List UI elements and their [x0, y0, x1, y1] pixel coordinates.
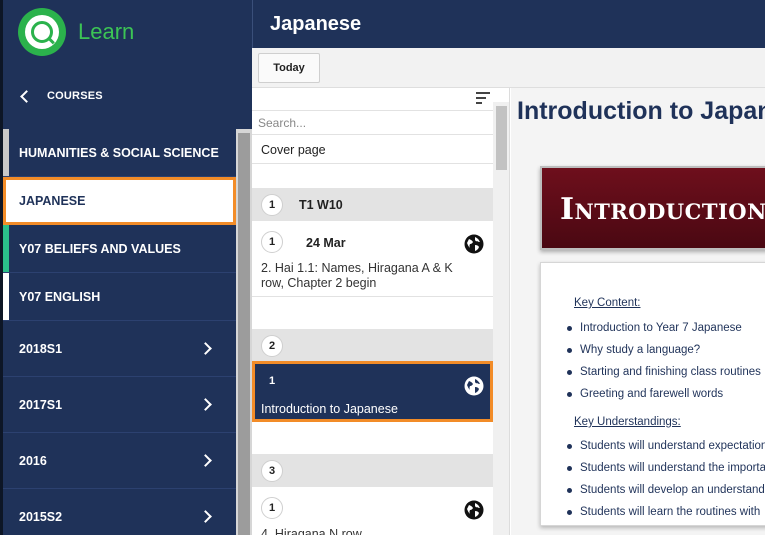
list-item: Greeting and farewell words: [567, 388, 761, 410]
term-item-2016[interactable]: 2016: [3, 433, 236, 489]
cover-page-item[interactable]: Cover page: [252, 135, 493, 164]
week-number: 1: [261, 194, 283, 216]
week-header: 2: [252, 329, 493, 362]
lesson-description: 4. Hiragana N row: [261, 527, 362, 535]
search-input[interactable]: [252, 110, 493, 135]
globe-icon: [464, 376, 484, 396]
course-item-japanese[interactable]: JAPANESE: [3, 177, 236, 225]
lesson-description: 2. Hai 1.1: Names, Hiragana A & K row, C…: [261, 261, 453, 290]
lesson-item-selected[interactable]: 1 Introduction to Japanese: [252, 361, 493, 422]
week-header: 1 T1 W10: [252, 188, 493, 221]
course-list: HUMANITIES & SOCIAL SCIENCE JAPANESE Y07…: [3, 129, 236, 535]
week-header: 3: [252, 454, 493, 487]
term-item-2015s2[interactable]: 2015S2: [3, 489, 236, 535]
key-understandings-heading: Key Understandings:: [574, 416, 681, 428]
lesson-number: 1: [268, 375, 276, 387]
course-label: HUMANITIES & SOCIAL SCIENCE: [19, 145, 219, 160]
course-label: JAPANESE: [19, 194, 86, 208]
key-content-list: Introduction to Year 7 Japanese Why stud…: [567, 322, 761, 410]
globe-icon: [464, 234, 484, 254]
list-item: Students will develop an understanding: [567, 484, 765, 506]
lesson-summary-box: Key Content: Introduction to Year 7 Japa…: [540, 262, 765, 526]
lesson-date: 24 Mar: [306, 236, 346, 250]
page-title: Japanese: [270, 13, 362, 35]
term-item-2017s1[interactable]: 2017S1: [3, 377, 236, 433]
list-item: Why study a language?: [567, 344, 761, 366]
content-title: Introduction to Japanese: [517, 97, 765, 125]
chevron-left-icon: [20, 89, 33, 103]
page-header: Japanese: [252, 0, 765, 48]
lesson-description: Introduction to Japanese: [261, 402, 398, 416]
key-content-heading: Key Content:: [574, 297, 641, 309]
course-accent-bar: [3, 129, 9, 176]
courses-back-label: COURSES: [47, 90, 103, 102]
lesson-item[interactable]: 1 24 Mar 2. Hai 1.1: Names, Hiragana A &…: [252, 221, 493, 297]
list-item: Students will learn the routines with: [567, 506, 765, 528]
list-item: Starting and finishing class routines: [567, 366, 761, 388]
course-item-english[interactable]: Y07 ENGLISH: [3, 273, 236, 321]
lesson-banner: Introduction: [540, 166, 765, 250]
sidebar-scrollbar-thumb[interactable]: [238, 133, 250, 535]
course-label: Y07 ENGLISH: [19, 289, 101, 304]
sort-icon[interactable]: [476, 92, 490, 104]
week-label: T1 W10: [299, 198, 343, 212]
list-item: Students will understand the importance: [567, 462, 765, 484]
list-item: Introduction to Year 7 Japanese: [567, 322, 761, 344]
course-accent-bar: [3, 225, 9, 272]
list-item: Students will understand expectations: [567, 440, 765, 462]
course-label: Y07 BELIEFS AND VALUES: [19, 241, 181, 256]
sidebar: Learn COURSES HUMANITIES & SOCIAL SCIENC…: [0, 0, 252, 535]
lesson-item[interactable]: 1 4. Hiragana N row: [252, 487, 493, 535]
week-number: 2: [261, 335, 283, 357]
learn-logo-icon[interactable]: [18, 8, 66, 56]
brand-name: Learn: [78, 19, 135, 44]
term-label: 2018S1: [19, 341, 63, 356]
lesson-list-panel: Cover page 1 T1 W10 1 24 Mar 2. Hai 1.1:…: [252, 88, 510, 535]
banner-text: Introduction: [560, 192, 765, 227]
lesson-list-scrollbar[interactable]: [493, 102, 509, 535]
toolbar: Today: [252, 48, 765, 88]
sidebar-scrollbar[interactable]: [236, 129, 252, 535]
term-label: 2017S1: [19, 397, 63, 412]
key-understandings-list: Students will understand expectations St…: [567, 440, 765, 528]
lesson-number: 1: [261, 231, 283, 253]
week-number: 3: [261, 460, 283, 482]
course-accent-bar: [3, 273, 9, 320]
globe-icon: [464, 500, 484, 520]
term-label: 2015S2: [19, 509, 63, 524]
term-label: 2016: [19, 453, 47, 468]
lesson-list-scrollbar-thumb[interactable]: [496, 106, 507, 170]
today-button[interactable]: Today: [258, 53, 320, 83]
courses-back-link[interactable]: COURSES: [16, 84, 103, 108]
lesson-number: 1: [261, 497, 283, 519]
term-item-2018s1[interactable]: 2018S1: [3, 321, 236, 377]
course-item-humanities[interactable]: HUMANITIES & SOCIAL SCIENCE: [3, 129, 236, 177]
content-pane: Introduction to Japanese Introduction Ke…: [511, 88, 765, 535]
course-item-beliefs-values[interactable]: Y07 BELIEFS AND VALUES: [3, 225, 236, 273]
